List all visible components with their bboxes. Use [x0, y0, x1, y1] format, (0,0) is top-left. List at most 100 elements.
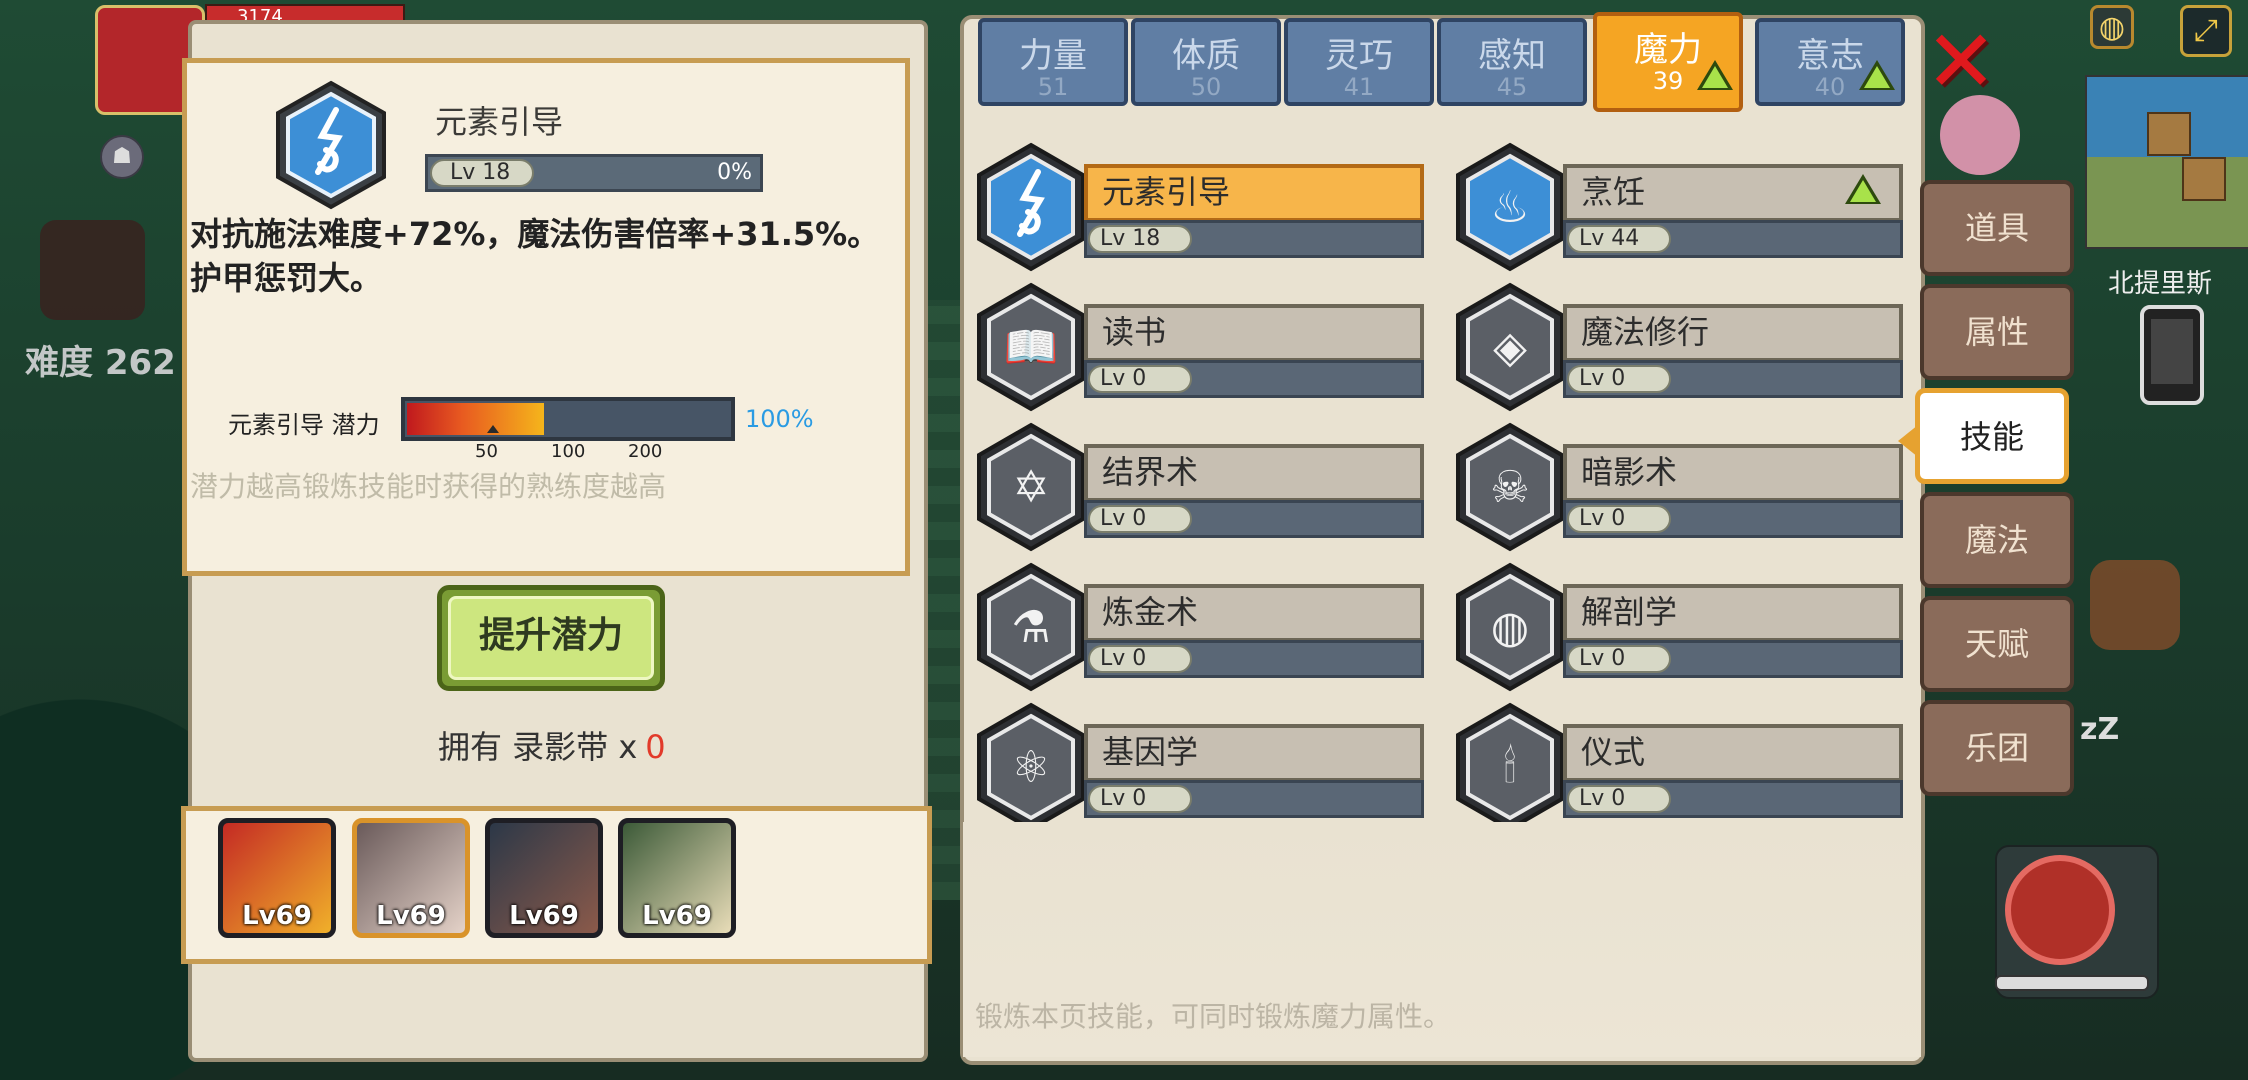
potential-bar [401, 397, 735, 441]
tab-label: 力量 [1019, 36, 1087, 76]
skill-name: 仪式 [1563, 724, 1903, 782]
tab-label: 灵巧 [1325, 36, 1393, 76]
skill-item-8[interactable]: ⚛ 基因学 Lv 0 [976, 702, 1436, 832]
skill-item-9[interactable]: 🕯 仪式 Lv 0 [1455, 702, 1915, 832]
tab-value: 51 [1037, 73, 1069, 101]
book-icon: 📖 [977, 282, 1085, 412]
detail-level-pill: Lv 18 [430, 159, 534, 187]
expand-icon[interactable]: ⤢ [2180, 5, 2232, 57]
cooking-pot-icon: ♨ [1456, 142, 1564, 272]
lightning-spiral-icon [276, 80, 386, 210]
tick-label: 200 [628, 441, 663, 462]
skill-level: Lv 0 [1088, 645, 1192, 673]
skill-name: 结界术 [1084, 444, 1424, 502]
globe-icon[interactable]: ◍ [2090, 5, 2134, 49]
skill-item-7[interactable]: ◍ 解剖学 Lv 0 [1455, 562, 1915, 692]
svg-text:◍: ◍ [1491, 602, 1529, 653]
tick-label: 50 [475, 441, 498, 462]
upgrade-potential-label: 提升潜力 [448, 596, 654, 680]
upgrade-potential-button[interactable]: 提升潜力 [437, 585, 665, 691]
party-member[interactable]: Lv69 [485, 818, 603, 938]
skill-level: Lv 18 [1088, 225, 1192, 253]
skill-item-6[interactable]: ⚗ 炼金术 Lv 0 [976, 562, 1436, 692]
svg-text:◈: ◈ [1493, 322, 1527, 373]
owned-label: 拥有 录影带 x [438, 728, 638, 766]
level-up-icon [1859, 60, 1895, 90]
svg-text:🕯: 🕯 [1504, 742, 1517, 793]
skill-name: 暗影术 [1563, 444, 1903, 502]
skill-item-3[interactable]: ◈ 魔法修行 Lv 0 [1455, 282, 1915, 412]
skill-level: Lv 0 [1088, 365, 1192, 393]
hunger-bar [1995, 975, 2149, 991]
party-member-level: Lv69 [642, 901, 712, 931]
svg-text:📖: 📖 [1004, 322, 1059, 373]
svg-text:✡: ✡ [1013, 462, 1050, 513]
close-icon[interactable]: ✕ [1925, 19, 1997, 105]
side-tab-5[interactable]: 乐团 [1920, 700, 2074, 796]
skill-level-bar: Lv 0 [1563, 780, 1903, 818]
side-tab-0[interactable]: 道具 [1920, 180, 2074, 276]
minimap[interactable] [2085, 75, 2248, 249]
skill-level-bar: Lv 0 [1084, 360, 1424, 398]
flask-icon: ⚗ [977, 562, 1085, 692]
tab-attr-5[interactable]: 意志 40 [1755, 18, 1905, 106]
skill-name: 解剖学 [1563, 584, 1903, 642]
backpack-icon[interactable] [2090, 560, 2180, 650]
party-member[interactable]: Lv69 [352, 818, 470, 938]
potential-marker [487, 425, 499, 433]
tab-attr-4[interactable]: 魔力 39 [1593, 12, 1743, 112]
bottom-hint: 锻炼本页技能，可同时锻炼魔力属性。 [975, 1000, 1452, 1033]
party-member[interactable]: Lv69 [618, 818, 736, 938]
tab-attr-0[interactable]: 力量 51 [978, 18, 1128, 106]
detail-progress: 0% [717, 160, 752, 185]
side-tab-4[interactable]: 天赋 [1920, 596, 2074, 692]
skill-level-bar: Lv 0 [1084, 500, 1424, 538]
skill-level-bar: Lv 0 [1084, 640, 1424, 678]
skill-level-bar: Lv 0 [1563, 640, 1903, 678]
party-member-level: Lv69 [376, 901, 446, 931]
party-member[interactable]: Lv69 [218, 818, 336, 938]
svg-text:⚛: ⚛ [1011, 742, 1050, 793]
side-tab-2[interactable]: 技能 [1915, 388, 2069, 484]
side-tab-3[interactable]: 魔法 [1920, 492, 2074, 588]
skill-item-0[interactable]: 元素引导 Lv 18 [976, 142, 1436, 272]
house-icon [2147, 112, 2191, 156]
party-member-level: Lv69 [242, 901, 312, 931]
skill-name: 炼金术 [1084, 584, 1424, 642]
skill-level-bar: Lv 0 [1084, 780, 1424, 818]
svg-text:♨: ♨ [1490, 182, 1529, 233]
skill-item-1[interactable]: ♨ 烹饪 Lv 44 [1455, 142, 1915, 272]
meat-icon[interactable] [2005, 855, 2115, 965]
molecule-icon: ⚛ [977, 702, 1085, 832]
tab-attr-1[interactable]: 体质 50 [1131, 18, 1281, 106]
lightning-spiral-icon [977, 142, 1085, 272]
side-tab-pointer [1898, 425, 1918, 457]
skill-level: Lv 0 [1088, 505, 1192, 533]
skill-item-5[interactable]: ☠ 暗影术 Lv 0 [1455, 422, 1915, 552]
party-member-level: Lv69 [509, 901, 579, 931]
skull-flame-icon: ☠ [1456, 422, 1564, 552]
wolf-icon[interactable]: ☗ [100, 135, 144, 179]
location-name: 北提里斯 [2108, 269, 2213, 299]
rune-icon: ◈ [1456, 282, 1564, 412]
skill-level: Lv 0 [1567, 645, 1671, 673]
tab-label: 体质 [1172, 36, 1240, 76]
side-tab-1[interactable]: 属性 [1920, 284, 2074, 380]
sleep-icon[interactable]: zZ [2080, 712, 2119, 747]
svg-text:☠: ☠ [1490, 462, 1529, 513]
skill-level-bar: Lv 18 [1084, 220, 1424, 258]
skill-level: Lv 0 [1088, 785, 1192, 813]
skill-item-2[interactable]: 📖 读书 Lv 0 [976, 282, 1436, 412]
skill-level-bar: Lv 0 [1563, 360, 1903, 398]
detail-skill-name: 元素引导 [435, 103, 564, 141]
phone-icon[interactable] [2140, 305, 2204, 405]
level-up-icon [1845, 174, 1881, 204]
skill-description: 对抗施法难度+72%，魔法伤害倍率+31.5%。护甲惩罚大。 [190, 215, 880, 297]
tab-attr-3[interactable]: 感知 45 [1437, 18, 1587, 106]
potential-value: 100% [745, 405, 814, 433]
tab-label: 感知 [1478, 36, 1546, 76]
skill-name: 读书 [1084, 304, 1424, 362]
tab-attr-2[interactable]: 灵巧 41 [1284, 18, 1434, 106]
tick-label: 100 [551, 441, 586, 462]
skill-item-4[interactable]: ✡ 结界术 Lv 0 [976, 422, 1436, 552]
